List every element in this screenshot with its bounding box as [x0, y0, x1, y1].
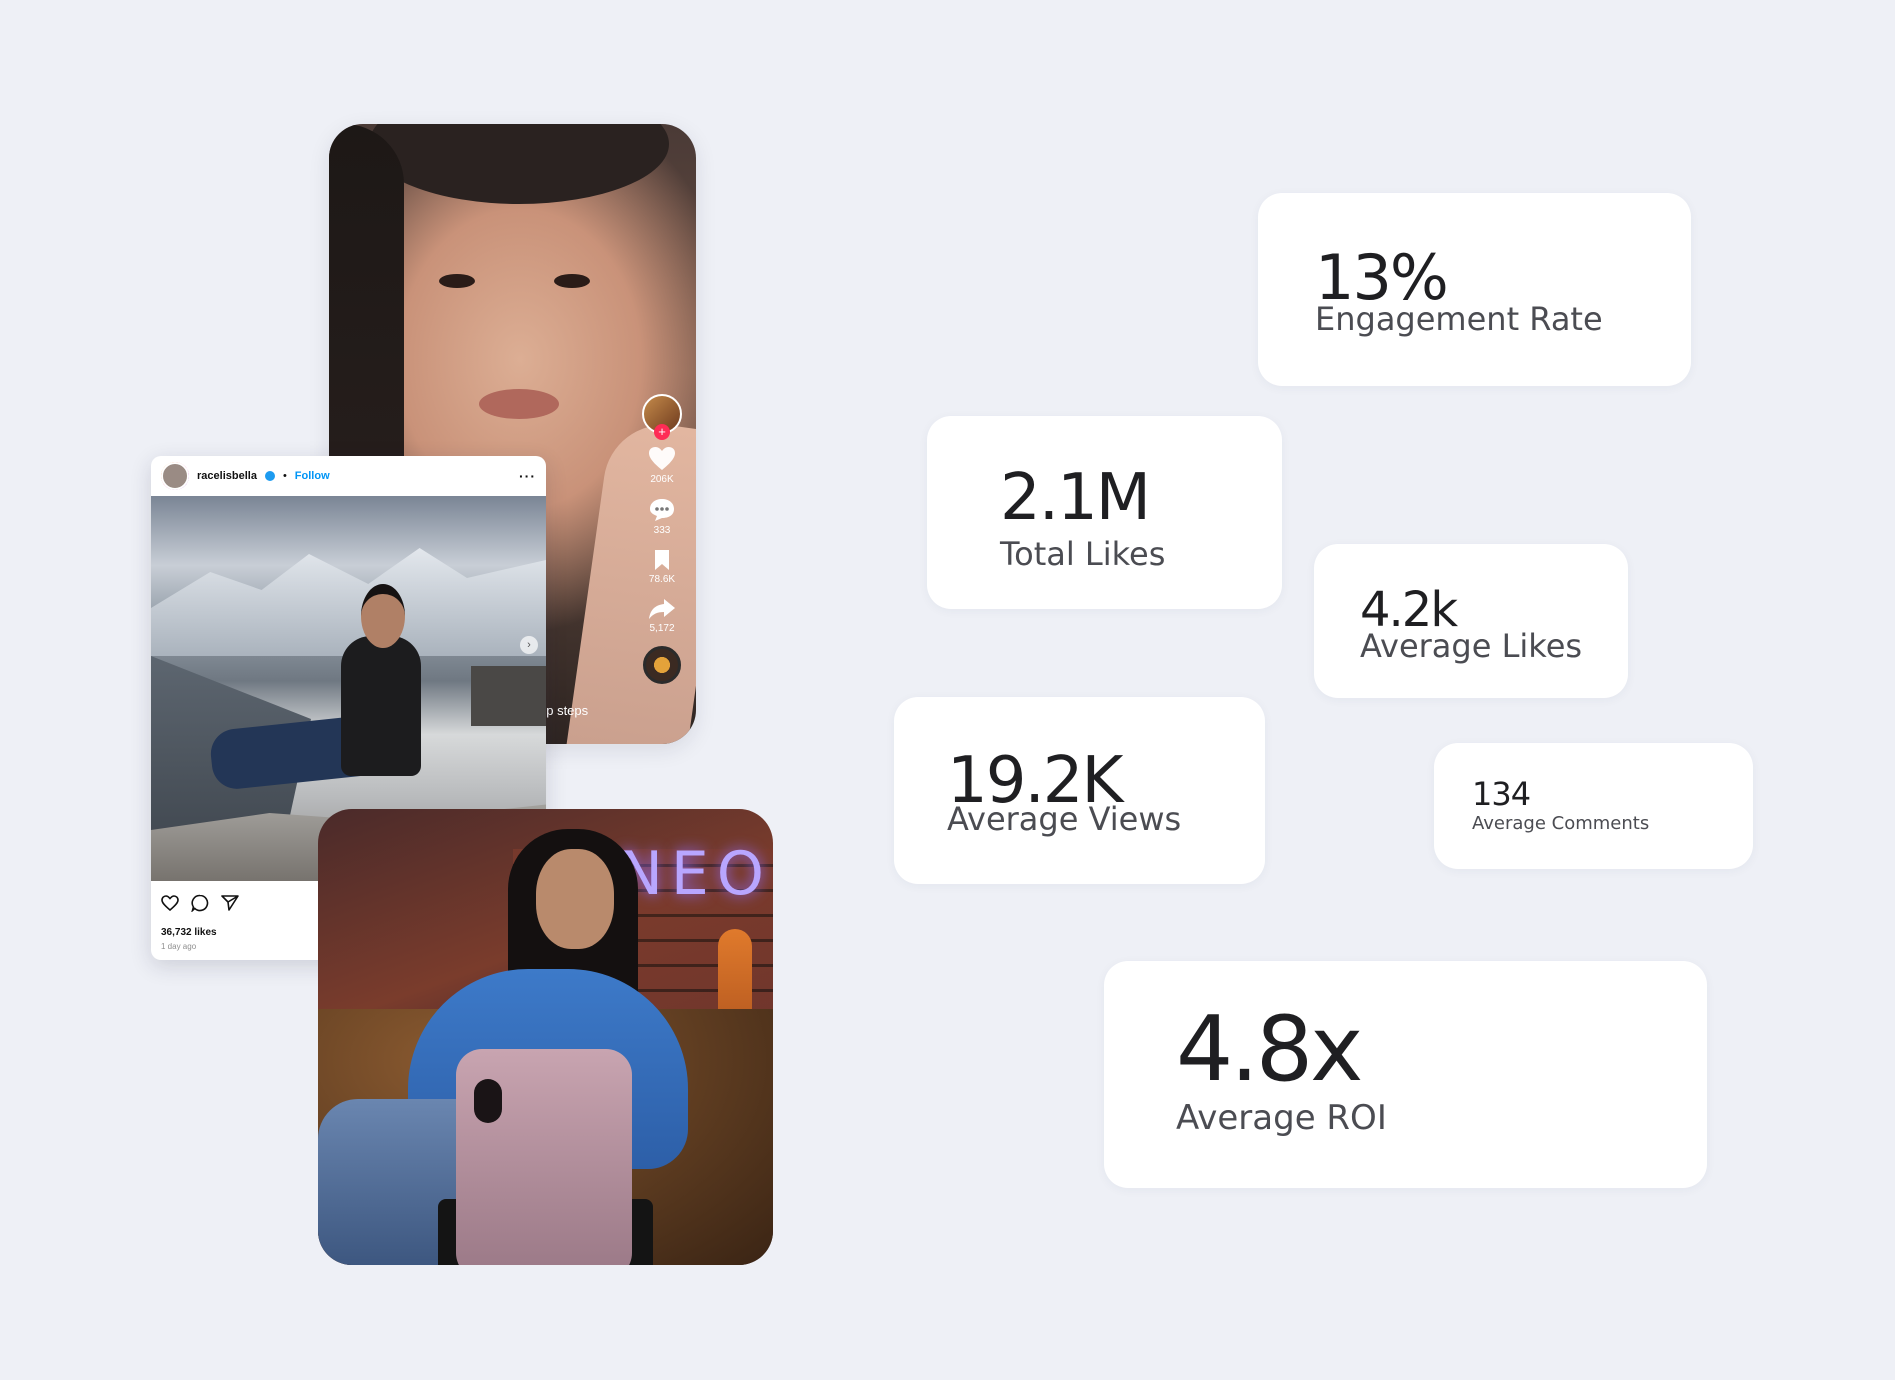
- post-username[interactable]: racelisbella: [197, 470, 257, 482]
- more-options-icon[interactable]: ···: [519, 468, 536, 484]
- total-likes-value: 2.1M: [1000, 461, 1151, 535]
- comment-icon: [650, 499, 674, 521]
- avatar[interactable]: [161, 462, 189, 490]
- average-roi-value: 4.8x: [1176, 997, 1363, 1102]
- photo-person-head: [361, 584, 405, 648]
- video-eye-right: [554, 274, 590, 288]
- post-header: racelisbella • Follow ···: [151, 456, 546, 496]
- average-likes-label: Average Likes: [1360, 627, 1583, 665]
- neon-sign: NEO: [618, 839, 773, 909]
- video-caption: up steps: [539, 703, 589, 718]
- video-lips: [479, 389, 559, 419]
- save-action[interactable]: 78.6K: [649, 548, 675, 585]
- next-image-arrow-icon[interactable]: ›: [520, 636, 538, 654]
- phone-on-tripod: [456, 1049, 632, 1265]
- photo-face: [536, 849, 614, 949]
- photo-mountains: [151, 548, 546, 656]
- total-likes-label: Total Likes: [1000, 535, 1166, 573]
- total-likes-card: 2.1M Total Likes: [927, 416, 1282, 609]
- like-heart-icon[interactable]: [161, 895, 179, 911]
- average-comments-label: Average Comments: [1472, 813, 1650, 834]
- verified-badge-icon: [264, 471, 275, 481]
- separator-dot: •: [282, 470, 287, 482]
- share-count: 5,172: [649, 623, 675, 634]
- average-roi-card: 4.8x Average ROI: [1104, 961, 1707, 1188]
- save-count: 78.6K: [648, 574, 676, 585]
- post-like-count: 36,732 likes: [161, 927, 217, 938]
- average-views-card: 19.2K Average Views: [894, 697, 1265, 884]
- average-likes-card: 4.2k Average Likes: [1314, 544, 1628, 698]
- engagement-rate-card: 13% Engagement Rate: [1258, 193, 1691, 386]
- bookmark-icon: [654, 550, 669, 570]
- photo-building: [471, 666, 546, 726]
- video-eye-left: [439, 274, 475, 288]
- creator-vlog-photo: NEO: [318, 809, 773, 1265]
- average-views-label: Average Views: [947, 800, 1182, 838]
- post-timestamp: 1 day ago: [161, 942, 197, 951]
- average-comments-card: 134 Average Comments: [1434, 743, 1753, 869]
- average-comments-value: 134: [1472, 775, 1531, 813]
- like-count: 206K: [650, 474, 674, 485]
- follow-plus-icon[interactable]: +: [654, 424, 670, 440]
- engagement-rate-label: Engagement Rate: [1315, 300, 1603, 338]
- comment-count: 333: [653, 525, 671, 536]
- heart-icon: [649, 447, 675, 470]
- share-action[interactable]: 5,172: [648, 597, 676, 634]
- creator-avatar[interactable]: +: [642, 394, 682, 440]
- music-disc-icon[interactable]: [643, 646, 681, 684]
- like-action[interactable]: 206K: [648, 446, 676, 485]
- phone-camera-icon: [474, 1079, 502, 1123]
- share-arrow-icon: [649, 599, 675, 619]
- video-background: [369, 124, 669, 204]
- comment-action[interactable]: 333: [648, 497, 676, 536]
- comment-bubble-icon[interactable]: [191, 894, 209, 912]
- send-icon[interactable]: [221, 895, 239, 911]
- photo-person-jacket: [341, 636, 421, 776]
- follow-link[interactable]: Follow: [295, 470, 330, 482]
- average-roi-label: Average ROI: [1176, 1098, 1387, 1138]
- tiktok-action-rail: + 206K 333 78.6K 5,172: [640, 394, 684, 684]
